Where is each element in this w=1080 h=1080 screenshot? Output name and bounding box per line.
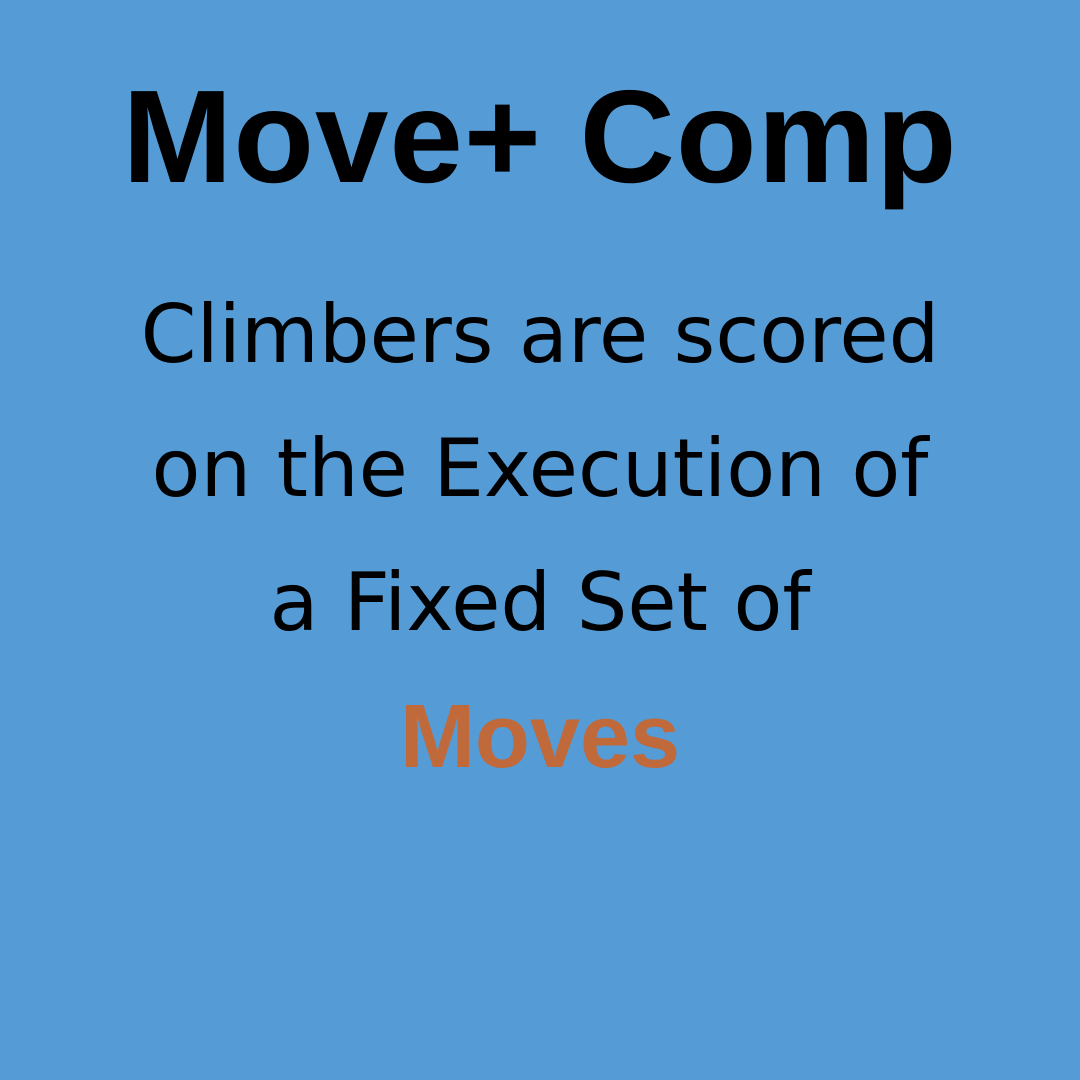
slide-body: Climbers are scored on the Execution of …	[40, 268, 1040, 804]
slide-canvas: Move+ Comp Climbers are scored on the Ex…	[0, 0, 1080, 1080]
slide-title: Move+ Comp	[122, 63, 958, 210]
highlight-word: Moves	[399, 687, 681, 787]
body-line: Climbers are scored	[140, 288, 940, 381]
body-line: a Fixed Set of	[269, 556, 811, 649]
body-line: on the Execution of	[151, 422, 929, 515]
